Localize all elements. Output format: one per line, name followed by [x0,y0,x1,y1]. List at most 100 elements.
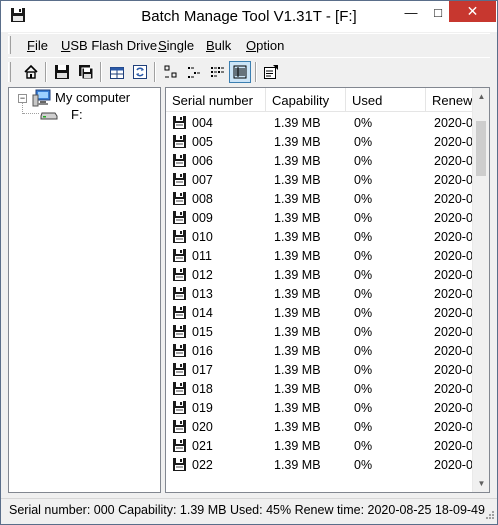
minimize-button[interactable]: — [397,1,425,23]
computer-icon [32,89,51,107]
table-cell: 1.39 MB [274,325,321,339]
maximize-button[interactable]: □ [424,1,452,23]
menu-grip [8,36,11,54]
table-cell: 2020-08 [434,116,472,130]
floppy-disk-icon [173,135,186,148]
save-all-button[interactable] [75,61,97,83]
table-cell: 1.39 MB [274,268,321,282]
vertical-scrollbar[interactable]: ▲ ▼ [472,88,489,492]
home-button[interactable] [20,61,42,83]
table-row[interactable]: 007 1.39 MB 0% 2020-08 [166,170,472,189]
table-cell: 0% [354,325,373,339]
menu-file[interactable]: File [27,38,48,53]
table-cell: 016 [192,344,213,358]
table-row[interactable]: 018 1.39 MB 0% 2020-08 [166,379,472,398]
table-cell: 2020-08 [434,325,472,339]
tree-item-my-computer[interactable]: My computer [55,90,130,105]
list-view-icon [211,67,224,77]
status-text: Serial number: 000 Capability: 1.39 MB U… [9,503,485,517]
table-cell: 017 [192,363,213,377]
column-header-capability[interactable]: Capability [266,88,346,112]
menu-bulk[interactable]: Bulk [206,38,231,53]
table-row[interactable]: 013 1.39 MB 0% 2020-08 [166,284,472,303]
table-cell: 007 [192,173,213,187]
scroll-up-arrow[interactable]: ▲ [473,88,489,105]
tree-line [23,113,39,114]
column-header-used[interactable]: Used [346,88,426,112]
table-cell: 019 [192,401,213,415]
file-list: Serial number Capability Used Renew time… [165,87,490,493]
save-button[interactable] [51,61,73,83]
close-button[interactable]: ✕ [449,1,496,22]
details-view-button[interactable] [229,61,251,83]
table-cell: 2020-08 [434,306,472,320]
table-cell: 0% [354,192,373,206]
table-cell: 0% [354,154,373,168]
table-row[interactable]: 015 1.39 MB 0% 2020-08 [166,322,472,341]
menu-option[interactable]: Option [246,38,284,53]
table-row[interactable]: 020 1.39 MB 0% 2020-08 [166,417,472,436]
table-cell: 0% [354,439,373,453]
home-icon [24,64,38,79]
table-cell: 2020-08 [434,249,472,263]
tree-collapse-toggle[interactable]: − [18,94,27,103]
table-row[interactable]: 014 1.39 MB 0% 2020-08 [166,303,472,322]
menu-single[interactable]: Single [158,38,194,53]
column-header-serial-number[interactable]: Serial number [166,88,266,112]
scroll-down-arrow[interactable]: ▼ [473,475,489,492]
grid-button[interactable] [106,61,128,83]
drive-tree: − My computer F: [8,87,161,493]
table-cell: 1.39 MB [274,363,321,377]
table-cell: 1.39 MB [274,306,321,320]
table-cell: 014 [192,306,213,320]
large-icons-view-button[interactable] [160,61,182,83]
large-icons-view-icon [164,65,177,78]
scroll-thumb[interactable] [476,121,486,176]
table-row[interactable]: 005 1.39 MB 0% 2020-08 [166,132,472,151]
table-row[interactable]: 012 1.39 MB 0% 2020-08 [166,265,472,284]
save-all-icon [79,65,94,80]
tree-item-drive-f[interactable]: F: [71,107,83,122]
floppy-disk-icon [173,382,186,395]
table-row[interactable]: 011 1.39 MB 0% 2020-08 [166,246,472,265]
menu-usb-flash-drive[interactable]: USB Flash Drive [61,38,157,53]
table-row[interactable]: 006 1.39 MB 0% 2020-08 [166,151,472,170]
table-row[interactable]: 022 1.39 MB 0% 2020-08 [166,455,472,474]
table-cell: 004 [192,116,213,130]
table-cell: 0% [354,344,373,358]
floppy-disk-icon [173,192,186,205]
properties-button[interactable] [260,61,282,83]
table-row[interactable]: 008 1.39 MB 0% 2020-08 [166,189,472,208]
floppy-disk-icon [173,439,186,452]
save-icon [55,65,69,79]
table-row[interactable]: 021 1.39 MB 0% 2020-08 [166,436,472,455]
table-cell: 1.39 MB [274,230,321,244]
table-cell: 1.39 MB [274,135,321,149]
properties-icon [264,65,278,79]
table-cell: 1.39 MB [274,173,321,187]
table-cell: 008 [192,192,213,206]
table-cell: 012 [192,268,213,282]
table-row[interactable]: 009 1.39 MB 0% 2020-08 [166,208,472,227]
list-view-button[interactable] [206,61,228,83]
table-row[interactable]: 004 1.39 MB 0% 2020-08 [166,113,472,132]
table-cell: 013 [192,287,213,301]
table-row[interactable]: 017 1.39 MB 0% 2020-08 [166,360,472,379]
table-row[interactable]: 010 1.39 MB 0% 2020-08 [166,227,472,246]
floppy-disk-icon [173,116,186,129]
table-row[interactable]: 019 1.39 MB 0% 2020-08 [166,398,472,417]
small-icons-view-button[interactable] [183,61,205,83]
table-row[interactable]: 016 1.39 MB 0% 2020-08 [166,341,472,360]
table-cell: 2020-08 [434,420,472,434]
table-cell: 2020-08 [434,363,472,377]
table-cell: 1.39 MB [274,458,321,472]
refresh-button[interactable] [129,61,151,83]
table-cell: 1.39 MB [274,116,321,130]
table-cell: 2020-08 [434,211,472,225]
toolbar-separator [154,62,156,82]
floppy-disk-icon [173,325,186,338]
table-cell: 1.39 MB [274,211,321,225]
resize-grip-icon[interactable] [483,510,495,522]
table-cell: 1.39 MB [274,287,321,301]
table-cell: 2020-08 [434,287,472,301]
